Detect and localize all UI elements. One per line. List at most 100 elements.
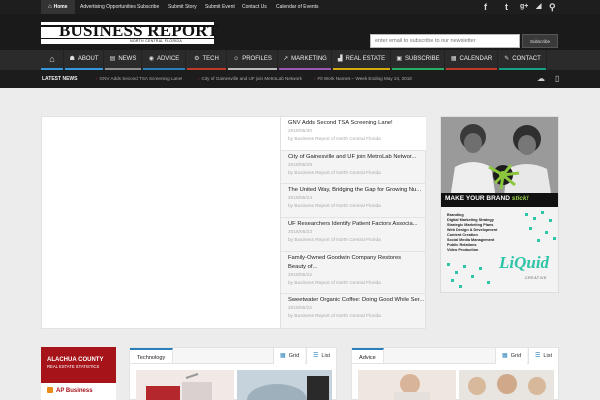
list-view-button[interactable]: ☰ List: [306, 348, 337, 364]
advice-category-box: Advice ▦ Grid ☰ List: [351, 347, 559, 400]
slider-post[interactable]: UF Researchers Identify Patient Factors …: [281, 218, 426, 252]
chevron-right-icon: ›: [198, 76, 200, 81]
category-thumbnails: [358, 370, 554, 400]
slider-image-area[interactable]: [42, 117, 280, 328]
chevron-right-icon: ›: [96, 76, 98, 81]
post-date: 2018/05/29: [288, 163, 313, 168]
search-icon[interactable]: ⚲: [549, 1, 556, 13]
post-author: by Business Report of North Central Flor…: [288, 137, 381, 142]
ad-tagline-emphasis: stick!: [511, 195, 529, 202]
post-author: by Business Report of North Central Flor…: [288, 171, 381, 176]
slider-post[interactable]: City of Gainesville and UF join MetroLab…: [281, 151, 426, 184]
ticker-item[interactable]: › City of Gainesville and UF join MetroLa…: [198, 70, 302, 88]
thumbnail-graphic: [394, 374, 430, 400]
post-title: Family-Owned Goodwin Company Restores Be…: [288, 255, 402, 270]
bar-chart-icon: ▟: [337, 56, 343, 62]
nav-real-estate[interactable]: ▟ REAL ESTATE: [333, 50, 391, 70]
tab-technology[interactable]: Technology: [130, 348, 174, 364]
twitter-icon[interactable]: t: [505, 1, 508, 13]
nav-profiles[interactable]: ☺ PROFILES: [228, 50, 278, 70]
chevron-right-icon: ›: [314, 76, 316, 81]
list-icon: ☰: [313, 353, 319, 359]
top-link-calendar[interactable]: Calendar of Events: [269, 0, 326, 14]
post-date: 2018/05/22: [288, 273, 313, 278]
liquid-creative-ad[interactable]: MAKE YOUR BRAND stick! Branding Digital …: [440, 116, 559, 293]
top-link-home[interactable]: ⌂ Home: [41, 0, 75, 14]
slider-post[interactable]: GNV Adds Second TSA Screening Lane! 2018…: [281, 117, 426, 151]
thumbnail-graphic: [146, 373, 212, 400]
thumbnail-graphic: [247, 376, 329, 400]
post-title: The United Way, Bridging the Gap for Gro…: [288, 187, 422, 193]
pencil-icon: ✎: [504, 56, 510, 62]
post-thumbnail[interactable]: [358, 370, 456, 400]
gear-icon: ⚙: [194, 56, 200, 62]
tab-advice[interactable]: Advice: [352, 348, 384, 364]
home-icon: ⌂: [48, 4, 52, 10]
nav-home[interactable]: ⌂: [41, 50, 64, 70]
nav-marketing[interactable]: ↗ MARKETING: [279, 50, 332, 70]
grid-view-button[interactable]: ▦ Grid: [273, 348, 306, 364]
site-header: BUSINESS REPORT NORTH CENTRAL FLORIDA Su…: [0, 14, 600, 50]
newsletter-subscribe-button[interactable]: Subscribe: [522, 34, 558, 48]
list-view-button[interactable]: ☰ List: [528, 348, 559, 364]
alachua-real-estate-widget: ALACHUA COUNTY REAL ESTATE STATISTICS AP…: [41, 347, 116, 400]
google-plus-icon[interactable]: g+: [520, 1, 528, 13]
post-date: 2018/05/24: [288, 196, 313, 201]
ad-brand-subtitle: CREATIVE: [525, 276, 548, 280]
ad-tagline-band: MAKE YOUR BRAND stick!: [441, 193, 558, 207]
post-thumbnail[interactable]: [237, 370, 332, 400]
advice-icon: ◉: [148, 56, 154, 62]
people-icon: ☗: [69, 56, 75, 62]
widget-header[interactable]: ALACHUA COUNTY REAL ESTATE STATISTICS: [41, 347, 116, 383]
main-nav: ⌂ ☗ ABOUT ▤ NEWS ◉ ADVICE ⚙ TECH ☺ PROFILES ↗…: [0, 50, 600, 70]
newsletter-email-input[interactable]: [370, 34, 520, 48]
widget-title: ALACHUA COUNTY: [47, 357, 104, 363]
logo-rule: [41, 37, 214, 39]
ticker-item[interactable]: › GNV Adds Second TSA Screening Lane!: [96, 70, 182, 88]
newspaper-icon: ▤: [109, 56, 116, 62]
nav-calendar[interactable]: ▦ CALENDAR: [446, 50, 498, 70]
nav-contact[interactable]: ✎ CONTACT: [499, 50, 547, 70]
nav-advice[interactable]: ◉ ADVICE: [143, 50, 186, 70]
post-date: 2018/05/23: [288, 230, 313, 235]
weather-icon[interactable]: ☁: [537, 74, 545, 84]
ticker-item[interactable]: › Fit Work Names – Week Ending May 24, 20…: [314, 70, 412, 88]
widget-subtitle: REAL ESTATE STATISTICS: [47, 364, 100, 369]
nav-news[interactable]: ▤ NEWS: [105, 50, 142, 70]
calendar-icon: ▦: [450, 56, 457, 62]
widget-feed-item[interactable]: AP Business: [47, 387, 93, 394]
slider-post[interactable]: The United Way, Bridging the Gap for Gro…: [281, 184, 426, 218]
post-title: UF Researchers Identify Patient Factors …: [288, 221, 418, 227]
card-icon: ▣: [396, 56, 402, 62]
nav-tech[interactable]: ⚙ TECH: [187, 50, 227, 70]
latest-news-ticker: LATEST NEWS › GNV Adds Second TSA Screeni…: [0, 70, 600, 88]
site-logo[interactable]: BUSINESS REPORT NORTH CENTRAL FLORIDA: [41, 21, 219, 44]
ad-photo: [441, 117, 558, 205]
grid-icon: ▦: [502, 353, 508, 359]
post-thumbnail[interactable]: [459, 370, 554, 400]
slider-post[interactable]: Family-Owned Goodwin Company Restores Be…: [281, 252, 426, 294]
list-icon: ☰: [535, 353, 541, 359]
latest-news-label: LATEST NEWS: [42, 76, 78, 82]
nav-about[interactable]: ☗ ABOUT: [65, 50, 104, 70]
top-link-contact-us[interactable]: Contact Us: [235, 0, 274, 14]
nav-subscribe[interactable]: ▣ SUBSCRIBE: [392, 50, 445, 70]
grid-view-button[interactable]: ▦ Grid: [495, 348, 528, 364]
technology-category-box: Technology ▦ Grid ☰ List: [129, 347, 337, 400]
slider-post[interactable]: Sweetwater Organic Coffee: Doing Good Wh…: [281, 294, 426, 328]
featured-slider: GNV Adds Second TSA Screening Lane! 2018…: [41, 116, 426, 329]
grid-icon: ▦: [280, 353, 286, 359]
post-date: 2018/05/22: [288, 306, 313, 311]
post-thumbnail[interactable]: [136, 370, 234, 400]
logo-subtitle: NORTH CENTRAL FLORIDA: [130, 39, 182, 43]
user-icon: ☺: [233, 56, 240, 62]
rss-icon[interactable]: ◢: [536, 1, 541, 13]
post-title: GNV Adds Second TSA Screening Lane!: [288, 120, 393, 126]
top-bar: ⌂ Home Advertising Opportunities Subscrib…: [0, 0, 600, 14]
chart-icon: ↗: [283, 56, 289, 62]
book-icon[interactable]: ▯: [555, 74, 559, 84]
facebook-icon[interactable]: f: [484, 1, 487, 13]
post-author: by Business Report of North Central Flor…: [288, 314, 381, 319]
post-title: Sweetwater Organic Coffee: Doing Good Wh…: [288, 297, 425, 303]
post-author: by Business Report of North Central Flor…: [288, 238, 381, 243]
